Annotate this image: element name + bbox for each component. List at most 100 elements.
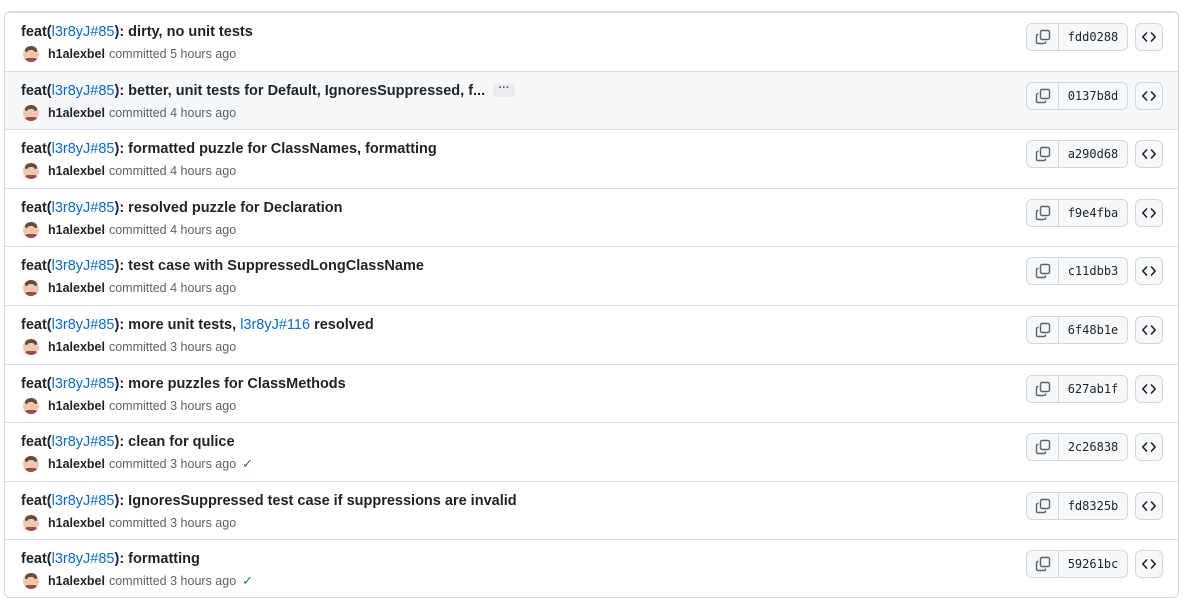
author-name[interactable]: h1alexbel	[48, 574, 105, 588]
browse-repo-button[interactable]	[1135, 491, 1163, 520]
avatar[interactable]	[23, 104, 39, 121]
author-name[interactable]: h1alexbel	[48, 457, 105, 471]
issue-link[interactable]: l3r8yJ#85	[52, 434, 115, 450]
commit-title[interactable]: feat(l3r8yJ#85): more puzzles for ClassM…	[21, 375, 346, 393]
commit-title[interactable]: feat(l3r8yJ#85): formatting	[21, 550, 200, 568]
issue-link[interactable]: l3r8yJ#85	[52, 258, 115, 274]
commit-sha[interactable]: 627ab1f	[1059, 376, 1127, 402]
committed-label: committed	[108, 457, 167, 472]
browse-repo-button[interactable]	[1135, 140, 1163, 169]
code-icon	[1142, 383, 1156, 394]
commit-title[interactable]: feat(l3r8yJ#85): formatted puzzle for Cl…	[21, 140, 437, 158]
avatar[interactable]	[23, 46, 39, 62]
copy-sha-button[interactable]	[1027, 375, 1059, 402]
commit-row: feat(l3r8yJ#85): IgnoresSuppressed test …	[5, 480, 1178, 540]
copy-sha-button[interactable]	[1027, 141, 1059, 168]
issue-link[interactable]: l3r8yJ#85	[52, 317, 115, 333]
browse-repo-button[interactable]	[1135, 374, 1163, 403]
author-name[interactable]: h1alexbel	[48, 340, 105, 354]
commit-title[interactable]: feat(l3r8yJ#85): more unit tests, l3r8yJ…	[21, 316, 374, 334]
commit-actions: fd8325b	[1026, 491, 1163, 520]
avatar[interactable]	[23, 163, 39, 180]
commit-prefix: feat(	[21, 258, 52, 275]
avatar[interactable]	[23, 397, 39, 414]
commit-actions: fdd0288	[1026, 23, 1163, 51]
sha-button-group: fdd0288	[1026, 23, 1128, 51]
copy-icon	[1035, 381, 1050, 396]
commit-time: 4 hours ago	[170, 222, 237, 237]
commit-sha[interactable]: 59261bc	[1059, 551, 1127, 577]
commit-sha[interactable]: f9e4fba	[1059, 200, 1127, 226]
issue-link[interactable]: l3r8yJ#85	[52, 83, 115, 99]
browse-repo-button[interactable]	[1135, 257, 1163, 286]
browse-repo-button[interactable]	[1135, 315, 1163, 344]
issue-link[interactable]: l3r8yJ#85	[52, 24, 115, 40]
avatar[interactable]	[23, 456, 39, 473]
author-name[interactable]: h1alexbel	[48, 399, 105, 413]
commit-actions: 59261bc	[1026, 550, 1163, 579]
commit-prefix: feat(	[21, 375, 52, 392]
copy-sha-button[interactable]	[1027, 551, 1059, 578]
issue-link[interactable]: l3r8yJ#85	[52, 200, 115, 216]
commit-sha[interactable]: fd8325b	[1059, 493, 1127, 519]
avatar[interactable]	[23, 338, 39, 355]
avatar[interactable]	[23, 573, 39, 590]
commit-time: 3 hours ago	[170, 574, 237, 589]
browse-repo-button[interactable]	[1135, 550, 1163, 579]
commit-sha[interactable]: fdd0288	[1059, 24, 1127, 50]
commit-row: feat(l3r8yJ#85): test case with Suppress…	[5, 246, 1178, 305]
copy-icon	[1035, 264, 1050, 279]
author-name[interactable]: h1alexbel	[48, 516, 105, 530]
author-name[interactable]: h1alexbel	[48, 281, 105, 295]
commit-row: feat(l3r8yJ#85): better, unit tests for …	[5, 70, 1178, 130]
check-icon[interactable]: ✓	[242, 573, 253, 589]
commit-sha[interactable]: 0137b8d	[1059, 83, 1127, 109]
author-name[interactable]: h1alexbel	[48, 164, 105, 178]
issue-link[interactable]: l3r8yJ#85	[52, 551, 115, 567]
code-icon	[1142, 90, 1156, 101]
commit-title[interactable]: feat(l3r8yJ#85): IgnoresSuppressed test …	[21, 492, 517, 510]
commit-sha[interactable]: c11dbb3	[1059, 258, 1127, 284]
commit-time: 3 hours ago	[170, 339, 237, 354]
copy-icon	[1035, 498, 1050, 513]
issue-link-secondary[interactable]: l3r8yJ#116	[240, 317, 310, 333]
copy-sha-button[interactable]	[1027, 82, 1059, 109]
browse-repo-button[interactable]	[1135, 198, 1163, 227]
commit-title[interactable]: feat(l3r8yJ#85): dirty, no unit tests	[21, 23, 253, 41]
copy-sha-button[interactable]	[1027, 434, 1059, 461]
expand-message-button[interactable]: ···	[493, 83, 516, 98]
commit-title[interactable]: feat(l3r8yJ#85): clean for qulice	[21, 433, 235, 451]
copy-sha-button[interactable]	[1027, 492, 1059, 519]
commit-title[interactable]: feat(l3r8yJ#85): resolved puzzle for Dec…	[21, 199, 343, 217]
commit-sha[interactable]: 6f48b1e	[1059, 317, 1127, 343]
committed-label: committed	[108, 164, 167, 179]
issue-link[interactable]: l3r8yJ#85	[52, 493, 115, 509]
author-name[interactable]: h1alexbel	[48, 223, 105, 237]
sha-button-group: f9e4fba	[1026, 198, 1128, 227]
avatar[interactable]	[23, 221, 39, 238]
browse-repo-button[interactable]	[1135, 23, 1163, 51]
avatar[interactable]	[23, 514, 39, 531]
copy-sha-button[interactable]	[1027, 316, 1059, 343]
author-name[interactable]: h1alexbel	[48, 106, 105, 120]
issue-link[interactable]: l3r8yJ#85	[52, 141, 115, 157]
avatar[interactable]	[23, 280, 39, 297]
sha-button-group: a290d68	[1026, 140, 1128, 169]
copy-sha-button[interactable]	[1027, 24, 1059, 50]
commit-meta: h1alexbel committed 3 hours ago	[23, 514, 236, 532]
commit-prefix: feat(	[21, 199, 52, 216]
copy-sha-button[interactable]	[1027, 258, 1059, 285]
commit-sha[interactable]: 2c26838	[1059, 434, 1127, 460]
copy-sha-button[interactable]	[1027, 199, 1059, 226]
committed-label: committed	[108, 222, 167, 237]
commit-time: 3 hours ago	[170, 457, 237, 472]
browse-repo-button[interactable]	[1135, 81, 1163, 110]
issue-link[interactable]: l3r8yJ#85	[52, 376, 115, 392]
commit-title[interactable]: feat(l3r8yJ#85): test case with Suppress…	[21, 257, 424, 275]
commit-title[interactable]: feat(l3r8yJ#85): better, unit tests for …	[21, 82, 516, 100]
code-icon	[1142, 559, 1156, 570]
check-icon[interactable]: ✓	[242, 456, 253, 472]
commit-sha[interactable]: a290d68	[1059, 141, 1127, 167]
author-name[interactable]: h1alexbel	[48, 47, 105, 61]
browse-repo-button[interactable]	[1135, 433, 1163, 462]
